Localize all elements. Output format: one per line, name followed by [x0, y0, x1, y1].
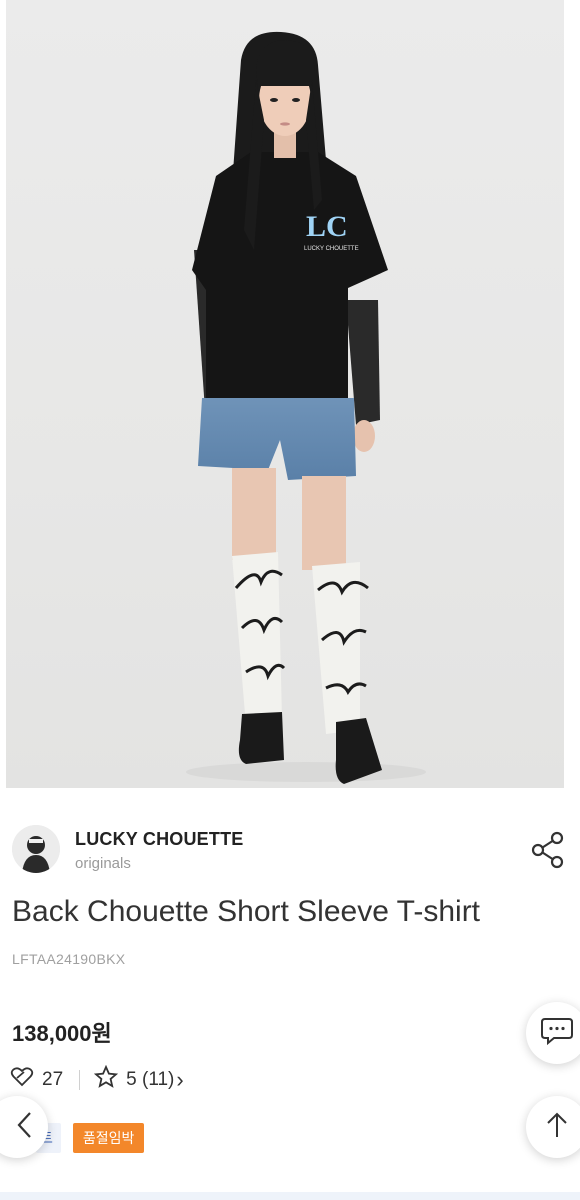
brand-name[interactable]: LUCKY CHOUETTE	[75, 829, 243, 850]
shirt-logo-sub: LUCKY CHOUETTE	[304, 246, 359, 252]
stats-divider	[79, 1070, 81, 1090]
rating-chevron[interactable]: ›	[176, 1067, 183, 1093]
stats-row: 27 5 (11) ›	[10, 1064, 184, 1095]
like-count: 27	[42, 1069, 64, 1090]
product-price: 138,000원	[12, 1021, 112, 1046]
bottom-bar-edge	[0, 1192, 580, 1200]
scroll-top-button[interactable]	[526, 1096, 580, 1158]
arrow-up-icon	[545, 1111, 569, 1144]
product-title: Back Chouette Short Sleeve T-shirt	[12, 895, 481, 928]
chat-button[interactable]	[526, 1002, 580, 1064]
tag-low-stock: 품절임박	[72, 1123, 145, 1153]
brand-row[interactable]: LUCKY CHOUETTE originals	[12, 825, 568, 880]
product-photo-illustration: LC LUCKY CHOUETTE	[186, 31, 426, 784]
brand-avatar[interactable]	[12, 825, 60, 873]
brand-subtitle: originals	[75, 855, 131, 872]
rating-text[interactable]: 5 (11)	[126, 1069, 174, 1091]
product-code: LFTAA24190BKX	[12, 951, 126, 967]
shirt-logo-text: LC	[306, 210, 348, 243]
product-image[interactable]: LC LUCKY CHOUETTE	[6, 0, 564, 788]
star-icon[interactable]	[93, 1064, 119, 1095]
tag-list: 트 품절임박	[36, 1123, 145, 1153]
heart-icon[interactable]	[10, 1066, 34, 1094]
share-icon[interactable]	[528, 829, 568, 871]
chat-icon	[540, 1016, 574, 1051]
chevron-left-icon	[15, 1110, 33, 1145]
